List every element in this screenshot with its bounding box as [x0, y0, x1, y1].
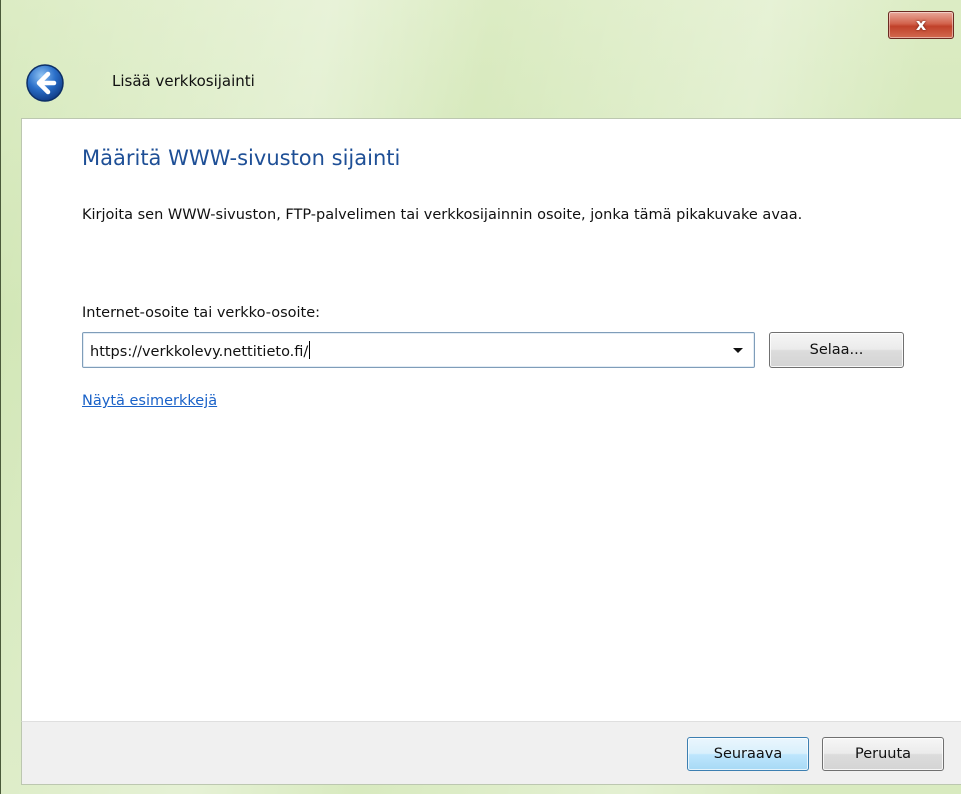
address-value: https://verkkolevy.nettitieto.fi/ — [90, 344, 309, 360]
address-input[interactable]: https://verkkolevy.nettitieto.fi/ — [90, 341, 311, 360]
content-panel: Määritä WWW-sivuston sijainti Kirjoita s… — [21, 118, 961, 721]
browse-button[interactable]: Selaa... — [769, 332, 904, 368]
close-button[interactable]: x — [888, 11, 954, 39]
cancel-button[interactable]: Peruuta — [822, 737, 944, 771]
address-label: Internet-osoite tai verkko-osoite: — [82, 305, 321, 321]
address-dropdown-button[interactable] — [726, 333, 750, 367]
page-title: Määritä WWW-sivuston sijainti — [82, 146, 401, 170]
button-bar: Seuraava Peruuta — [21, 721, 961, 785]
window-title: Lisää verkkosijainti — [112, 72, 255, 90]
instructions-text: Kirjoita sen WWW-sivuston, FTP-palvelime… — [82, 207, 803, 223]
next-button[interactable]: Seuraava — [687, 737, 809, 771]
address-combobox[interactable]: https://verkkolevy.nettitieto.fi/ — [82, 332, 755, 368]
close-icon: x — [915, 15, 927, 34]
window-frame: x Lisää verkkosijainti Määritä WWW-sivus… — [0, 0, 961, 794]
show-examples-link[interactable]: Näytä esimerkkejä — [82, 393, 217, 409]
chevron-down-icon — [733, 347, 743, 353]
text-caret — [309, 341, 311, 359]
back-button[interactable] — [25, 63, 65, 103]
back-arrow-icon — [26, 64, 64, 102]
